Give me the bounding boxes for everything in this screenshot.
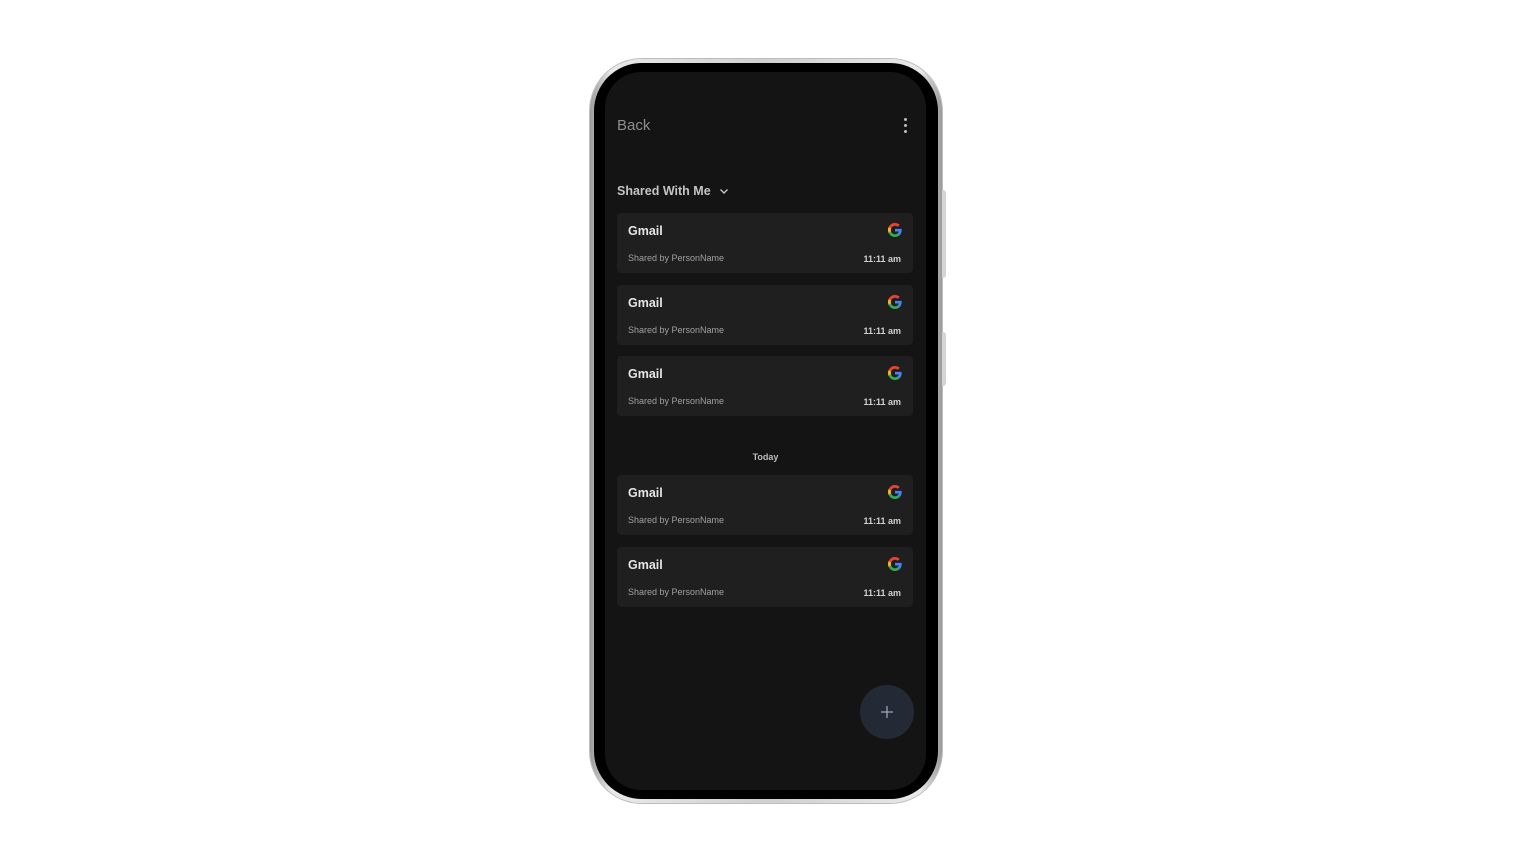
item-time: 11:11 am	[863, 254, 901, 264]
volume-button	[942, 332, 946, 386]
list-item[interactable]: Gmail Shared by PersonName 11:11 am	[617, 285, 913, 345]
list-item[interactable]: Gmail Shared by PersonName 11:11 am	[617, 475, 913, 535]
google-icon	[888, 223, 902, 237]
item-time: 11:11 am	[863, 397, 901, 407]
chevron-down-icon	[719, 189, 728, 194]
item-title: Gmail	[628, 486, 663, 500]
top-bar: Back	[617, 116, 912, 140]
section-header-today: Today	[752, 452, 779, 462]
item-title: Gmail	[628, 224, 663, 238]
item-subtitle: Shared by PersonName	[628, 253, 725, 263]
plus-icon	[881, 706, 893, 718]
list-item[interactable]: Gmail Shared by PersonName 11:11 am	[617, 213, 913, 273]
filter-label: Shared With Me	[617, 184, 711, 198]
item-time: 11:11 am	[863, 588, 901, 598]
back-button[interactable]: Back	[617, 117, 650, 134]
item-title: Gmail	[628, 558, 663, 572]
list-item[interactable]: Gmail Shared by PersonName 11:11 am	[617, 356, 913, 416]
app-screen: Back Shared With Me Gmail Shared by Pers…	[605, 72, 926, 790]
item-title: Gmail	[628, 367, 663, 381]
google-icon	[888, 366, 902, 380]
google-icon	[888, 557, 902, 571]
item-subtitle: Shared by PersonName	[628, 325, 725, 335]
item-time: 11:11 am	[863, 516, 901, 526]
item-subtitle: Shared by PersonName	[628, 587, 725, 597]
add-button[interactable]	[860, 685, 914, 739]
power-button	[942, 190, 946, 278]
list-item[interactable]: Gmail Shared by PersonName 11:11 am	[617, 547, 913, 607]
shared-filter-dropdown[interactable]: Shared With Me	[617, 184, 729, 198]
item-time: 11:11 am	[863, 326, 901, 336]
google-icon	[888, 295, 902, 309]
more-vert-icon[interactable]	[900, 118, 910, 136]
google-icon	[888, 485, 902, 499]
item-subtitle: Shared by PersonName	[628, 515, 725, 525]
item-subtitle: Shared by PersonName	[628, 396, 725, 406]
item-title: Gmail	[628, 296, 663, 310]
